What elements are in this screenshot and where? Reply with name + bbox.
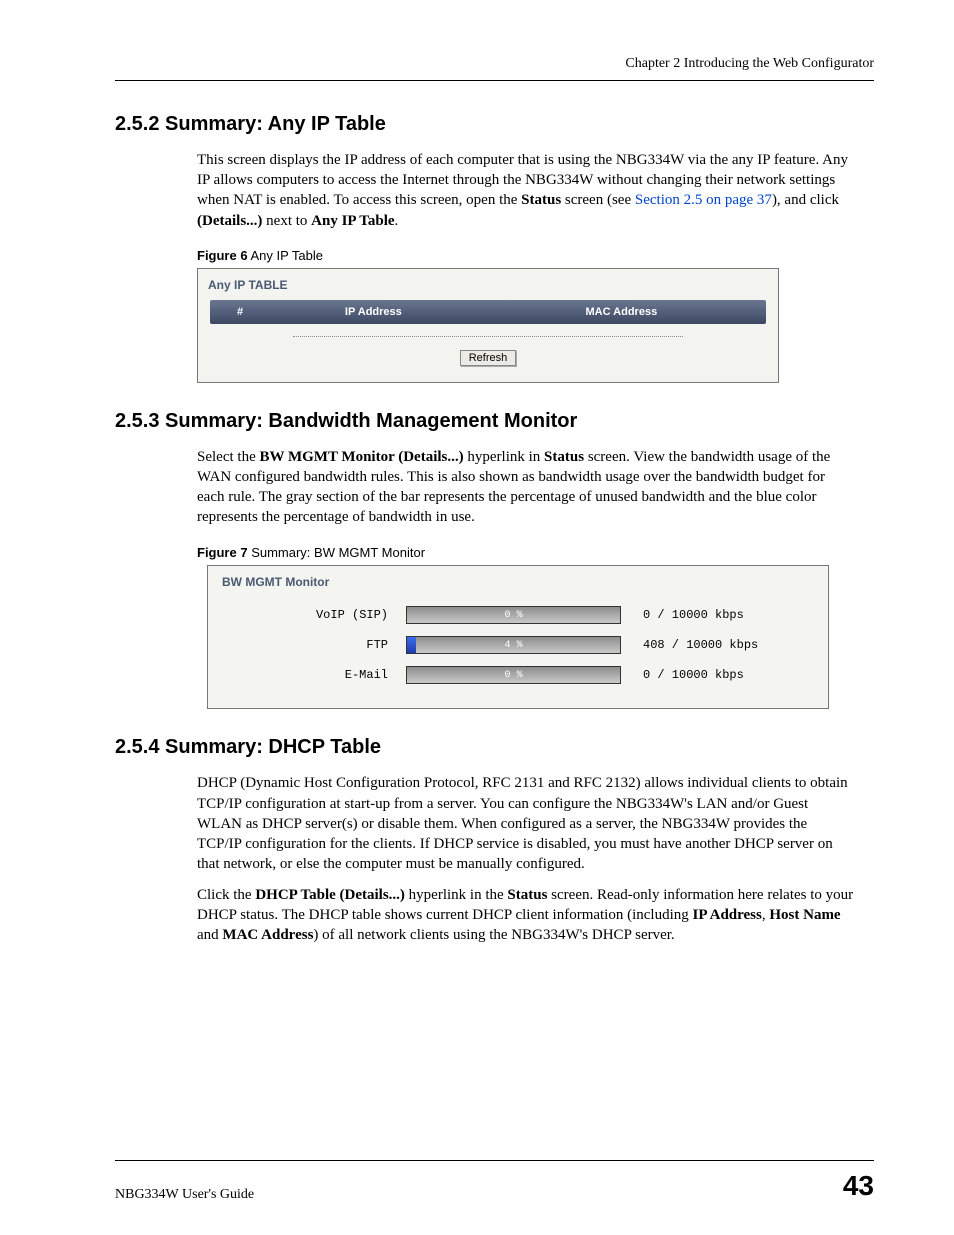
bold-status: Status (521, 192, 561, 208)
section-heading-254: 2.5.4 Summary: DHCP Table (115, 734, 874, 761)
bw-value: 0 / 10000 kbps (621, 667, 808, 683)
figure-6-label: Figure 6 Any IP Table (197, 247, 874, 265)
figure-6-panel: Any IP TABLE # IP Address MAC Address Re… (197, 268, 779, 382)
col-header-mac: MAC Address (477, 300, 766, 325)
col-header-index: # (210, 300, 270, 325)
bold-mac-address: MAC Address (222, 927, 313, 943)
bold-details: (Details...) (197, 213, 262, 229)
text: and (197, 927, 222, 943)
text: hyperlink in (464, 449, 544, 465)
table-header-row: # IP Address MAC Address (210, 300, 766, 325)
bold-bwmgmt: BW MGMT Monitor (Details...) (259, 449, 463, 465)
bold-host-name: Host Name (769, 907, 840, 923)
footer-guide-name: NBG334W User's Guide (115, 1186, 254, 1205)
text: Select the (197, 449, 259, 465)
bw-bar-text: 0 % (407, 667, 620, 683)
s254-paragraph-2: Click the DHCP Table (Details...) hyperl… (197, 885, 854, 946)
section-heading-253: 2.5.3 Summary: Bandwidth Management Moni… (115, 408, 874, 435)
section-253-body: Select the BW MGMT Monitor (Details...) … (197, 447, 854, 528)
bw-value: 0 / 10000 kbps (621, 607, 808, 623)
panel-title-bwmgmt: BW MGMT Monitor (208, 566, 828, 600)
text: ), and click (772, 192, 839, 208)
col-header-ip: IP Address (270, 300, 477, 325)
text: . (395, 213, 399, 229)
bw-bar: 0 % (406, 666, 621, 684)
figure-7-panel: BW MGMT Monitor VoIP (SIP) 0 % 0 / 10000… (207, 565, 829, 709)
chapter-header: Chapter 2 Introducing the Web Configurat… (115, 55, 874, 81)
figure-number: Figure 6 (197, 248, 248, 263)
bold-anyip: Any IP Table (311, 213, 394, 229)
text: hyperlink in the (405, 887, 507, 903)
bold-status: Status (544, 449, 584, 465)
figure-caption: Any IP Table (248, 248, 323, 263)
dotted-divider (293, 336, 682, 337)
bw-label: VoIP (SIP) (228, 607, 406, 623)
s252-paragraph: This screen displays the IP address of e… (197, 150, 854, 231)
bold-status: Status (507, 887, 547, 903)
section-heading-252: 2.5.2 Summary: Any IP Table (115, 111, 874, 138)
bw-bar: 4 % (406, 636, 621, 654)
bw-bar: 0 % (406, 606, 621, 624)
text: next to (262, 213, 311, 229)
section-254-body: DHCP (Dynamic Host Configuration Protoco… (197, 773, 854, 945)
figure-7-label: Figure 7 Summary: BW MGMT Monitor (197, 544, 874, 562)
figure-number: Figure 7 (197, 545, 248, 560)
text: Click the (197, 887, 255, 903)
text: screen (see (561, 192, 635, 208)
cross-reference-link[interactable]: Section 2.5 on page 37 (635, 192, 772, 208)
bold-dhcp-table: DHCP Table (Details...) (255, 887, 405, 903)
text: ) of all network clients using the NBG33… (313, 927, 674, 943)
figure-caption: Summary: BW MGMT Monitor (248, 545, 425, 560)
s253-paragraph: Select the BW MGMT Monitor (Details...) … (197, 447, 854, 528)
bw-row: FTP 4 % 408 / 10000 kbps (208, 630, 828, 660)
bw-bar-text: 4 % (407, 637, 620, 653)
bold-ip-address: IP Address (693, 907, 762, 923)
section-252-body: This screen displays the IP address of e… (197, 150, 854, 231)
divider-area (198, 324, 778, 347)
panel-title-anyip: Any IP TABLE (198, 269, 778, 299)
footer-page-number: 43 (843, 1167, 874, 1205)
refresh-button[interactable]: Refresh (460, 350, 517, 366)
bw-label: E-Mail (228, 667, 406, 683)
s254-paragraph-1: DHCP (Dynamic Host Configuration Protoco… (197, 773, 854, 874)
bw-label: FTP (228, 637, 406, 653)
bw-row: VoIP (SIP) 0 % 0 / 10000 kbps (208, 600, 828, 630)
bw-bar-text: 0 % (407, 607, 620, 623)
page-footer: NBG334W User's Guide 43 (115, 1160, 874, 1205)
bw-value: 408 / 10000 kbps (621, 637, 808, 653)
bw-row: E-Mail 0 % 0 / 10000 kbps (208, 660, 828, 690)
